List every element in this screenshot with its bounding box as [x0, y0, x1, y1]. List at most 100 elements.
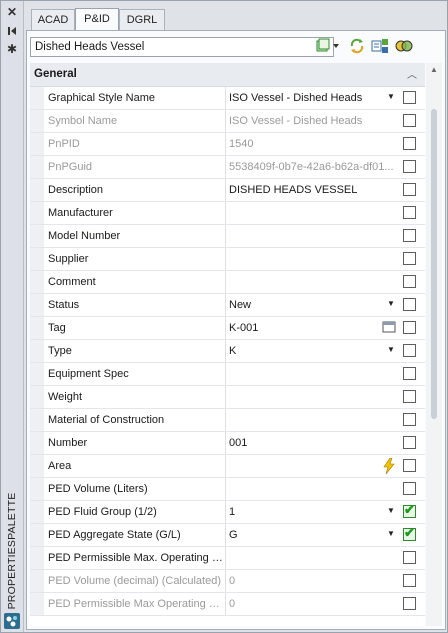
property-row[interactable]: PED Volume (Liters) — [30, 478, 425, 501]
property-row[interactable]: Number 001 — [30, 432, 425, 455]
property-checkbox[interactable] — [403, 160, 416, 173]
property-name: Symbol Name — [48, 115, 118, 127]
object-type-select[interactable]: Dished Heads Vessel ▼ — [30, 37, 334, 57]
property-row[interactable]: Comment — [30, 271, 425, 294]
property-name: Material of Construction — [48, 414, 165, 426]
property-row[interactable]: PED Fluid Group (1/2) 1 ▼ ✔ — [30, 501, 425, 524]
property-name: PED Permissible Max Operating Pr... — [48, 598, 224, 610]
row-gutter — [30, 225, 44, 247]
property-row[interactable]: PnPGuid 5538409f-0b7e-42a6-b62a-df01... — [30, 156, 425, 179]
property-row[interactable]: Tag K-001 — [30, 317, 425, 340]
property-checkbox[interactable] — [403, 390, 416, 403]
property-checkbox[interactable] — [403, 436, 416, 449]
property-checkbox[interactable] — [403, 551, 416, 564]
scroll-up-icon[interactable]: ▲ — [430, 65, 438, 74]
property-row[interactable]: Description DISHED HEADS VESSEL — [30, 179, 425, 202]
property-row[interactable]: PED Aggregate State (G/L) G ▼ ✔ — [30, 524, 425, 547]
tab-dgrl[interactable]: DGRL — [119, 9, 165, 30]
property-row[interactable]: Material of Construction — [30, 409, 425, 432]
lightning-icon[interactable] — [382, 457, 396, 477]
row-gutter — [30, 409, 44, 431]
close-icon[interactable]: ✕ — [5, 5, 19, 19]
property-checkbox[interactable] — [403, 275, 416, 288]
property-checkbox[interactable]: ✔ — [403, 502, 416, 518]
property-checkbox[interactable] — [403, 344, 416, 357]
property-row[interactable]: Supplier — [30, 248, 425, 271]
property-row[interactable]: Symbol Name ISO Vessel - Dished Heads — [30, 110, 425, 133]
column-divider — [225, 87, 226, 109]
chevron-down-icon[interactable]: ▼ — [387, 529, 395, 538]
property-row[interactable]: Area — [30, 455, 425, 478]
property-value[interactable]: DISHED HEADS VESSEL — [229, 184, 397, 196]
property-name: Comment — [48, 276, 96, 288]
property-row[interactable]: PED Permissible Max. Operating Pr... — [30, 547, 425, 570]
property-checkbox[interactable] — [403, 321, 416, 334]
property-checkbox[interactable] — [403, 183, 416, 196]
settings-icon[interactable]: ✱ — [5, 42, 19, 56]
collapse-icon[interactable]: ︿ — [407, 66, 417, 81]
property-name: Area — [48, 460, 72, 472]
select-objects-icon[interactable] — [315, 38, 341, 54]
property-checkbox[interactable] — [403, 597, 416, 610]
column-divider — [225, 593, 226, 615]
property-value[interactable]: G — [229, 529, 397, 541]
section-general[interactable]: General ︿ — [30, 63, 425, 87]
property-name: Model Number — [48, 230, 121, 242]
chevron-down-icon[interactable]: ▼ — [387, 506, 395, 515]
toggle-icon[interactable] — [395, 38, 413, 54]
property-checkbox[interactable] — [403, 206, 416, 219]
property-row[interactable]: PED Volume (decimal) (Calculated) 0 — [30, 570, 425, 593]
autohide-icon[interactable] — [5, 24, 19, 38]
property-checkbox[interactable] — [403, 229, 416, 242]
chevron-down-icon[interactable]: ▼ — [387, 345, 395, 354]
property-name: Manufacturer — [48, 207, 113, 219]
property-value[interactable]: 001 — [229, 437, 397, 449]
property-row[interactable]: Model Number — [30, 225, 425, 248]
column-divider — [225, 271, 226, 293]
scrollbar-thumb[interactable] — [431, 109, 437, 419]
chevron-down-icon[interactable]: ▼ — [387, 299, 395, 308]
property-row[interactable]: Weight — [30, 386, 425, 409]
row-gutter — [30, 294, 44, 316]
property-checkbox[interactable]: ✔ — [403, 525, 416, 541]
property-checkbox[interactable] — [403, 298, 416, 311]
chevron-down-icon[interactable]: ▼ — [387, 92, 395, 101]
tab-acad[interactable]: ACAD — [31, 9, 75, 30]
row-gutter — [30, 570, 44, 592]
property-checkbox[interactable] — [403, 482, 416, 495]
row-gutter — [30, 179, 44, 201]
property-row[interactable]: Type K ▼ — [30, 340, 425, 363]
column-divider — [225, 225, 226, 247]
property-value[interactable]: K — [229, 345, 397, 357]
property-value[interactable]: New — [229, 299, 397, 311]
column-divider — [225, 294, 226, 316]
tab-pid[interactable]: P&ID — [75, 8, 119, 31]
refresh-icon[interactable] — [349, 38, 365, 54]
property-row[interactable]: Equipment Spec — [30, 363, 425, 386]
property-checkbox[interactable] — [403, 413, 416, 426]
property-value[interactable]: ISO Vessel - Dished Heads — [229, 92, 397, 104]
tag-editor-icon[interactable] — [382, 320, 396, 337]
property-checkbox[interactable] — [403, 114, 416, 127]
property-checkbox[interactable] — [403, 574, 416, 587]
property-row[interactable]: Manufacturer — [30, 202, 425, 225]
property-row[interactable]: Status New ▼ — [30, 294, 425, 317]
property-checkbox[interactable] — [403, 459, 416, 472]
property-name: Graphical Style Name — [48, 92, 155, 104]
property-checkbox[interactable] — [403, 137, 416, 150]
quick-select-icon[interactable] — [371, 38, 389, 54]
property-checkbox[interactable] — [403, 91, 416, 104]
row-gutter — [30, 248, 44, 270]
property-value[interactable]: 1 — [229, 506, 397, 518]
property-checkbox[interactable] — [403, 367, 416, 380]
property-row[interactable]: PED Permissible Max Operating Pr... 0 — [30, 593, 425, 616]
vertical-scrollbar[interactable]: ▲ — [426, 63, 442, 626]
property-value: 0 — [229, 598, 236, 610]
property-value[interactable]: K-001 — [229, 322, 397, 334]
row-gutter — [30, 524, 44, 546]
row-gutter — [30, 110, 44, 132]
property-checkbox[interactable] — [403, 252, 416, 265]
property-name: Description — [48, 184, 104, 196]
property-row[interactable]: Graphical Style Name ISO Vessel - Dished … — [30, 87, 425, 110]
property-row[interactable]: PnPID 1540 — [30, 133, 425, 156]
